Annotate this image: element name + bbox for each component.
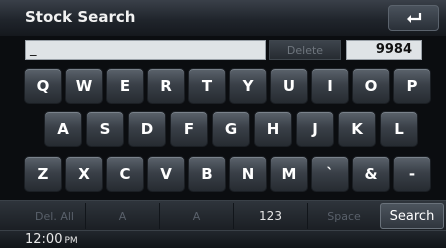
keyboard-row-3: Z X C V B N M ` & - <box>0 156 446 192</box>
key-s[interactable]: S <box>86 111 124 147</box>
input-row: _ Delete 9984 <box>0 36 446 65</box>
key-w[interactable]: W <box>65 68 103 104</box>
key-k[interactable]: K <box>338 111 376 147</box>
key-b[interactable]: B <box>188 156 226 192</box>
key-x[interactable]: X <box>65 156 103 192</box>
key-c[interactable]: C <box>106 156 144 192</box>
key-j[interactable]: J <box>296 111 334 147</box>
key-ampersand[interactable]: & <box>352 156 390 192</box>
search-input[interactable]: _ <box>25 40 266 60</box>
key-t[interactable]: T <box>188 68 226 104</box>
stock-search-screen: Stock Search _ Delete 9984 Q W E R T Y U… <box>0 0 446 248</box>
key-backtick[interactable]: ` <box>311 156 349 192</box>
shift-upper-button[interactable]: A <box>160 203 234 229</box>
delete-all-button[interactable]: Del. All <box>24 203 86 229</box>
return-arrow-icon <box>407 13 422 23</box>
key-r[interactable]: R <box>147 68 185 104</box>
key-l[interactable]: L <box>380 111 418 147</box>
key-d[interactable]: D <box>128 111 166 147</box>
delete-button[interactable]: Delete <box>269 40 341 60</box>
result-count: 9984 <box>346 40 422 60</box>
key-a[interactable]: A <box>44 111 82 147</box>
key-g[interactable]: G <box>212 111 250 147</box>
key-o[interactable]: O <box>352 68 390 104</box>
key-h[interactable]: H <box>254 111 292 147</box>
clock: 12:00 PM <box>25 232 78 247</box>
search-button[interactable]: Search <box>380 203 444 229</box>
status-bar: 12:00 PM <box>0 230 446 248</box>
clock-time: 12:00 <box>25 232 63 247</box>
key-v[interactable]: V <box>147 156 185 192</box>
function-bar: Del. All A A 123 Space Search <box>0 200 446 231</box>
numeric-mode-button[interactable]: 123 <box>234 203 308 229</box>
key-z[interactable]: Z <box>24 156 62 192</box>
key-f[interactable]: F <box>170 111 208 147</box>
key-u[interactable]: U <box>270 68 308 104</box>
clock-ampm: PM <box>64 236 78 246</box>
keyboard-row-1: Q W E R T Y U I O P <box>0 68 446 104</box>
key-e[interactable]: E <box>106 68 144 104</box>
shift-lower-button[interactable]: A <box>86 203 160 229</box>
key-hyphen[interactable]: - <box>393 156 431 192</box>
key-n[interactable]: N <box>229 156 267 192</box>
key-i[interactable]: I <box>311 68 349 104</box>
space-button[interactable]: Space <box>308 203 380 229</box>
key-m[interactable]: M <box>270 156 308 192</box>
page-title: Stock Search <box>25 8 136 26</box>
key-p[interactable]: P <box>393 68 431 104</box>
keyboard-row-2: A S D F G H J K L <box>0 111 446 147</box>
back-button[interactable] <box>388 5 439 31</box>
key-y[interactable]: Y <box>229 68 267 104</box>
title-bar: Stock Search <box>0 0 446 37</box>
key-q[interactable]: Q <box>24 68 62 104</box>
